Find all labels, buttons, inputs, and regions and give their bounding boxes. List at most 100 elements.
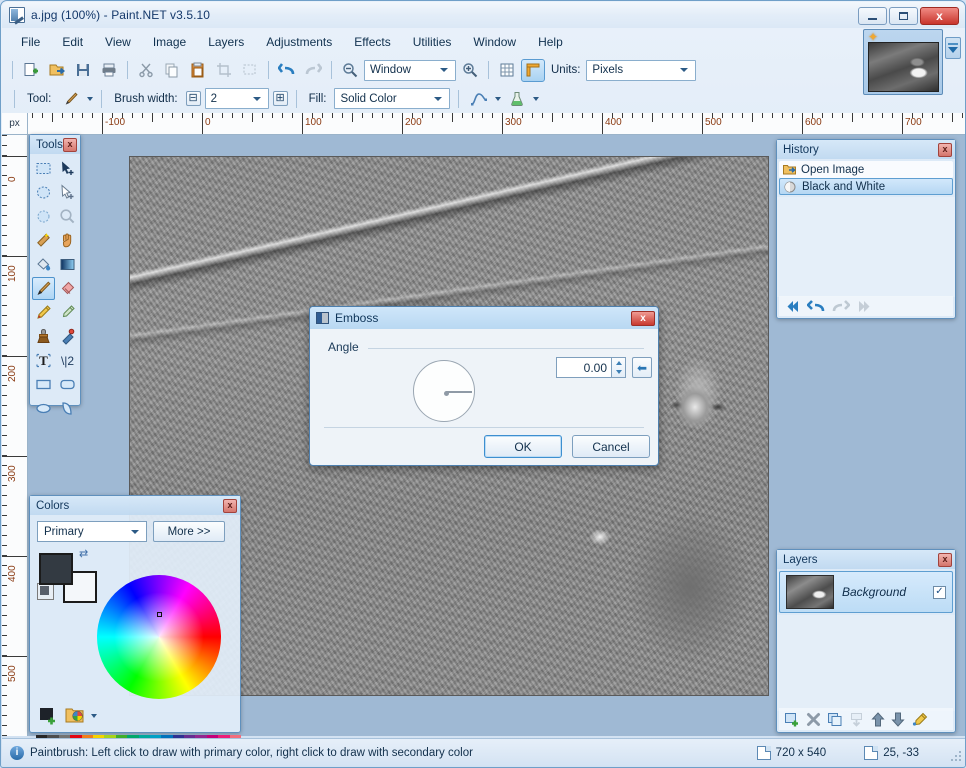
paste-icon[interactable] — [186, 59, 210, 82]
clone-stamp-tool[interactable] — [32, 325, 55, 348]
delete-layer-button — [807, 712, 820, 726]
angle-dial[interactable] — [413, 360, 475, 422]
layers-panel-close-button[interactable]: x — [938, 552, 952, 567]
reset-colors-icon[interactable] — [37, 583, 54, 600]
ruler-tick-minor — [2, 725, 7, 726]
menu-image[interactable]: Image — [142, 30, 197, 54]
primary-color-swatch[interactable] — [39, 553, 73, 585]
magic-wand-tool[interactable] — [32, 229, 55, 252]
ruler-tick-minor — [692, 113, 693, 118]
copy-icon[interactable] — [160, 59, 184, 82]
paintbrush-tool[interactable] — [32, 277, 55, 300]
text-tool[interactable]: T — [32, 349, 55, 372]
emboss-dialog-close-button[interactable]: x — [631, 310, 655, 326]
deselect-all-icon — [238, 59, 262, 82]
horizontal-ruler[interactable]: -1000100200300400500600700800 — [28, 113, 965, 135]
menu-adjustments[interactable]: Adjustments — [255, 30, 343, 54]
zoom-level-combo[interactable]: Window — [364, 59, 456, 81]
lasso-select-tool[interactable] — [32, 181, 55, 204]
pan-tool[interactable] — [56, 229, 79, 252]
layer-visibility-checkbox[interactable]: ✓ — [933, 585, 946, 599]
history-item-open-image[interactable]: Open Image — [779, 161, 953, 178]
ruler-tick-minor — [2, 365, 7, 366]
save-icon[interactable] — [71, 59, 95, 82]
cancel-button[interactable]: Cancel — [572, 435, 650, 458]
move-selection-tool[interactable] — [56, 181, 79, 204]
menu-view[interactable]: View — [94, 30, 142, 54]
freeform-shape-tool[interactable] — [56, 397, 79, 420]
grid-icon[interactable] — [495, 59, 519, 82]
maximize-button[interactable] — [889, 7, 918, 25]
palette-dropdown-arrow-icon[interactable] — [91, 714, 97, 718]
menu-effects[interactable]: Effects — [343, 30, 401, 54]
rectangle-shape-tool[interactable] — [32, 373, 55, 396]
brush-width-combo[interactable]: 2 — [204, 88, 269, 109]
tool-dropdown-arrow-icon[interactable] — [87, 96, 94, 101]
antialiasing-icon[interactable] — [467, 87, 491, 110]
units-combo[interactable]: Pixels — [586, 59, 697, 81]
image-size-group: 720 x 540 — [756, 745, 826, 760]
paint-bucket-tool[interactable] — [32, 253, 55, 276]
menu-edit[interactable]: Edit — [51, 30, 94, 54]
gradient-tool[interactable] — [56, 253, 79, 276]
ruler-tick-minor — [272, 113, 273, 118]
paintbrush-icon[interactable] — [59, 87, 83, 110]
menu-utilities[interactable]: Utilities — [402, 30, 463, 54]
vertical-ruler[interactable]: 0 100 200 300 400 500 — [2, 135, 28, 736]
brush-width-increase-button[interactable]: ⊞ — [272, 91, 288, 106]
fill-combo[interactable]: Solid Color — [334, 88, 451, 109]
color-mode-combo[interactable]: Primary — [37, 521, 147, 542]
history-list-body[interactable] — [777, 197, 955, 297]
resize-grip[interactable] — [950, 751, 962, 763]
chevron-down-icon — [434, 96, 443, 101]
tools-panel-close-button[interactable]: x — [63, 137, 77, 152]
blend-mode-dropdown-arrow-icon[interactable] — [533, 96, 540, 101]
history-panel-close-button[interactable]: x — [938, 142, 952, 157]
swap-colors-icon[interactable]: ⇄ — [79, 549, 88, 560]
brush-width-decrease-button[interactable]: ⊟ — [185, 91, 201, 106]
zoom-out-icon[interactable] — [338, 59, 362, 82]
open-icon[interactable] — [45, 59, 69, 82]
line-curve-tool[interactable]: \|2 — [56, 349, 79, 372]
more-colors-button[interactable]: More >> — [153, 521, 225, 542]
colors-panel-close-button[interactable]: x — [223, 498, 237, 513]
angle-input[interactable]: 0.00 — [556, 357, 612, 378]
ellipse-select-tool[interactable] — [32, 205, 55, 228]
close-button[interactable]: x — [920, 7, 959, 25]
ok-button[interactable]: OK — [484, 435, 562, 458]
zoom-in-icon[interactable] — [458, 59, 482, 82]
menu-help[interactable]: Help — [527, 30, 574, 54]
ruler-tick-minor — [432, 113, 433, 118]
minimize-button[interactable] — [858, 7, 887, 25]
layers-list-body[interactable] — [777, 615, 955, 711]
angle-reset-button[interactable]: ⬅ — [632, 357, 652, 378]
rectangle-select-tool[interactable] — [32, 157, 55, 180]
layer-row-background[interactable]: Background ✓ — [779, 571, 953, 613]
cut-icon[interactable] — [134, 59, 158, 82]
toolbar-separator — [101, 89, 103, 108]
color-picker-tool[interactable] — [56, 301, 79, 324]
rounded-rectangle-tool[interactable] — [56, 373, 79, 396]
angle-spinner[interactable] — [612, 357, 626, 378]
eraser-tool[interactable] — [56, 277, 79, 300]
zoom-tool[interactable] — [56, 205, 79, 228]
menu-layers[interactable]: Layers — [197, 30, 255, 54]
undo-icon[interactable] — [275, 59, 299, 82]
pencil-tool[interactable] — [32, 301, 55, 324]
blend-mode-icon[interactable] — [505, 87, 529, 110]
color-wheel[interactable] — [97, 575, 221, 699]
new-icon[interactable] — [19, 59, 43, 82]
move-selected-tool[interactable] — [56, 157, 79, 180]
history-item-black-and-white[interactable]: Black and White — [779, 178, 953, 195]
print-icon[interactable] — [97, 59, 121, 82]
ruler-tick-minor — [192, 113, 193, 118]
antialiasing-dropdown-arrow-icon[interactable] — [495, 96, 502, 101]
ellipse-shape-tool[interactable] — [32, 397, 55, 420]
angle-increase-icon[interactable] — [615, 360, 622, 365]
menu-file[interactable]: File — [10, 30, 51, 54]
rulers-icon[interactable] — [521, 58, 545, 82]
angle-decrease-icon[interactable] — [615, 370, 622, 375]
title-bar: a.jpg (100%) - Paint.NET v3.5.10 x — [2, 2, 965, 28]
recolor-tool[interactable] — [56, 325, 79, 348]
menu-window[interactable]: Window — [462, 30, 527, 54]
